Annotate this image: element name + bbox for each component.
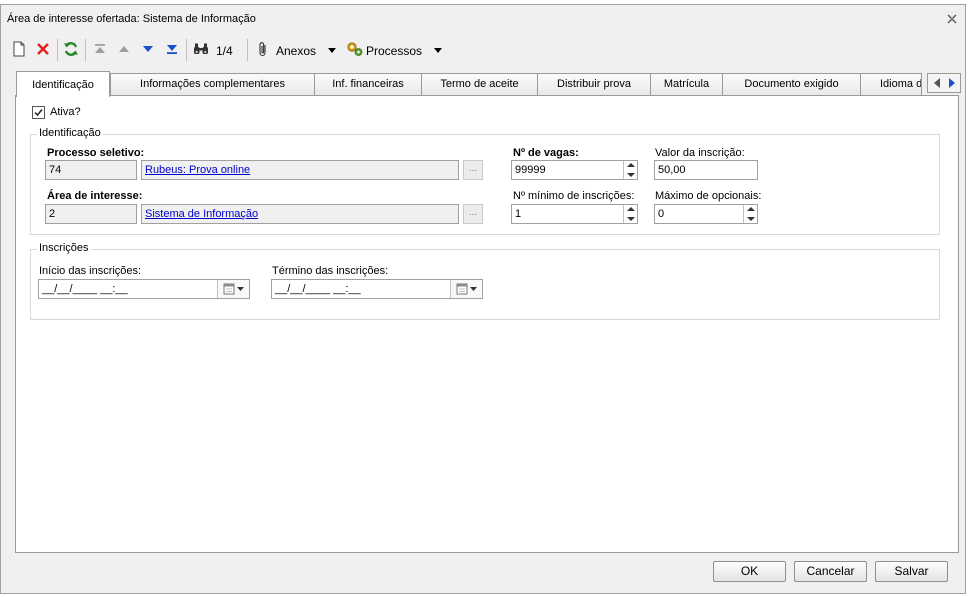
toolbar-separator: [186, 39, 187, 61]
registrations-legend: Inscrições: [37, 242, 91, 254]
ok-button[interactable]: OK: [713, 561, 786, 582]
paperclip-icon[interactable]: [253, 39, 273, 59]
end-date-value: __/__/____ __:__: [275, 283, 361, 295]
max-optionals-value: 0: [658, 208, 665, 220]
delete-icon[interactable]: [33, 39, 53, 59]
start-date-field[interactable]: __/__/____ __:__: [38, 279, 250, 299]
area-code-field[interactable]: 2: [45, 204, 137, 224]
end-date-picker-button[interactable]: [450, 280, 482, 298]
min-enrollments-field[interactable]: 1: [511, 204, 638, 224]
tab-idioma[interactable]: Idioma d: [860, 73, 922, 95]
tab-inf-financeiras[interactable]: Inf. financeiras: [314, 73, 422, 95]
attachments-button[interactable]: Anexos: [276, 44, 316, 58]
processes-icon[interactable]: [345, 39, 365, 59]
first-record-icon[interactable]: [90, 39, 110, 59]
toolbar-separator: [85, 39, 86, 61]
start-date-picker-button[interactable]: [217, 280, 249, 298]
tab-informacoes-complementares[interactable]: Informações complementares: [110, 73, 315, 95]
area-lookup-button[interactable]: ...: [463, 204, 483, 224]
tab-scroll-buttons: [927, 73, 961, 93]
vacancies-value: 99999: [515, 164, 546, 176]
active-checkbox[interactable]: [32, 106, 45, 119]
refresh-icon[interactable]: [61, 39, 81, 59]
last-record-icon[interactable]: [162, 39, 182, 59]
new-record-icon[interactable]: [9, 39, 29, 59]
process-label: Processo seletivo:: [47, 147, 145, 159]
fee-label: Valor da inscrição:: [655, 147, 745, 159]
binoculars-icon[interactable]: [191, 39, 211, 59]
vacancies-label: Nº de vagas:: [513, 147, 579, 159]
area-name-field[interactable]: Sistema de Informação: [141, 204, 459, 224]
toolbar: 1/4 Anexos Processos: [7, 37, 907, 63]
title-bar: Área de interesse ofertada: Sistema de I…: [1, 5, 965, 33]
record-position: 1/4: [216, 44, 233, 58]
dialog-window: Área de interesse ofertada: Sistema de I…: [0, 4, 966, 594]
vacancies-field[interactable]: 99999: [511, 160, 638, 180]
max-optionals-spinner[interactable]: [743, 205, 757, 223]
tab-bar: Identificação Informações complementares…: [15, 71, 961, 97]
max-optionals-label: Máximo de opcionais:: [655, 190, 762, 202]
min-enrollments-spinner[interactable]: [623, 205, 637, 223]
close-icon[interactable]: [945, 12, 959, 26]
tab-panel-identificacao: Ativa? Identificação Processo seletivo: …: [15, 95, 959, 553]
toolbar-separator: [247, 39, 248, 61]
next-record-icon[interactable]: [138, 39, 158, 59]
process-name-link[interactable]: Rubeus: Prova online: [145, 164, 250, 176]
end-date-label: Término das inscrições:: [272, 265, 389, 277]
previous-record-icon[interactable]: [114, 39, 134, 59]
processes-dropdown-icon[interactable]: [434, 48, 442, 53]
window-title: Área de interesse ofertada: Sistema de I…: [7, 13, 256, 25]
tab-scroll-right-icon[interactable]: [946, 77, 958, 92]
calendar-icon: [456, 283, 477, 295]
process-lookup-button[interactable]: ...: [463, 160, 483, 180]
process-name-field[interactable]: Rubeus: Prova online: [141, 160, 459, 180]
tab-documento-exigido[interactable]: Documento exigido: [722, 73, 861, 95]
tab-termo-de-aceite[interactable]: Termo de aceite: [421, 73, 538, 95]
tab-distribuir-prova[interactable]: Distribuir prova: [537, 73, 651, 95]
registrations-group: Inscrições Início das inscrições: __/__/…: [30, 242, 940, 320]
tab-identificacao[interactable]: Identificação: [16, 71, 110, 97]
save-button[interactable]: Salvar: [875, 561, 948, 582]
area-label: Área de interesse:: [47, 190, 143, 202]
max-optionals-field[interactable]: 0: [654, 204, 758, 224]
fee-field[interactable]: 50,00: [654, 160, 758, 180]
vacancies-spinner[interactable]: [623, 161, 637, 179]
area-name-link[interactable]: Sistema de Informação: [145, 208, 258, 220]
identification-group: Identificação Processo seletivo: 74 Rube…: [30, 127, 940, 235]
process-code-field[interactable]: 74: [45, 160, 137, 180]
min-enrollments-label: Nº mínimo de inscrições:: [513, 190, 635, 202]
tab-matricula[interactable]: Matrícula: [650, 73, 723, 95]
calendar-icon: [223, 283, 244, 295]
attachments-dropdown-icon[interactable]: [328, 48, 336, 53]
min-enrollments-value: 1: [515, 208, 522, 220]
tab-scroll-left-icon[interactable]: [931, 77, 943, 92]
processes-button[interactable]: Processos: [366, 44, 422, 58]
cancel-button[interactable]: Cancelar: [794, 561, 867, 582]
active-label: Ativa?: [50, 106, 81, 118]
start-date-label: Início das inscrições:: [39, 265, 142, 277]
end-date-field[interactable]: __/__/____ __:__: [271, 279, 483, 299]
start-date-value: __/__/____ __:__: [42, 283, 128, 295]
toolbar-separator: [57, 39, 58, 61]
identification-legend: Identificação: [37, 127, 103, 139]
